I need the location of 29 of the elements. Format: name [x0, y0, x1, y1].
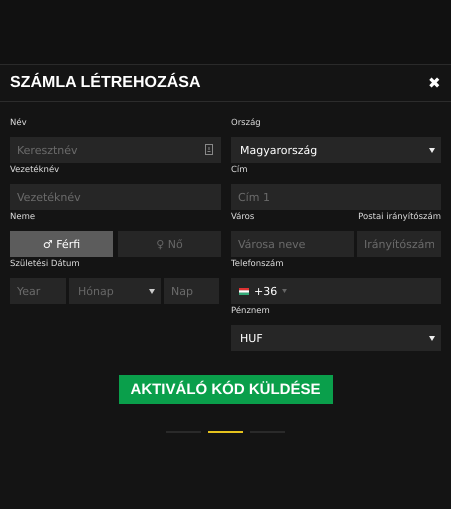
- first-name-field[interactable]: Keresztnév: [10, 137, 221, 163]
- gender-button[interactable]: ♂ Férfi: [10, 231, 113, 257]
- field-label: Cím: [231, 164, 249, 177]
- caret-icon: [429, 148, 435, 152]
- field-label: Pénznem: [231, 305, 271, 318]
- country-dropdown[interactable]: Magyarország: [231, 137, 441, 163]
- field-label: Postai irányítószám: [358, 211, 441, 224]
- address-field[interactable]: Cím 1: [231, 184, 441, 210]
- field-label: Születési Dátum: [10, 258, 81, 271]
- year-field[interactable]: Year: [10, 278, 66, 304]
- day-field[interactable]: Nap: [164, 278, 219, 304]
- last-name-field[interactable]: Vezetéknév: [10, 184, 221, 210]
- phone-field[interactable]: +36: [231, 278, 441, 304]
- field-label: Neme: [10, 211, 36, 224]
- caret-icon: [429, 336, 435, 340]
- flag-icon: [239, 288, 249, 294]
- field-label: Város: [231, 211, 254, 224]
- field-label: Vezetéknév: [10, 164, 60, 177]
- currency-dropdown[interactable]: HUF: [231, 325, 441, 351]
- caret-icon: [149, 288, 155, 294]
- field-label: Telefonszám: [231, 258, 285, 271]
- contact-card-icon: [205, 144, 213, 155]
- field-label: Ország: [231, 117, 262, 130]
- close-button[interactable]: ✖: [428, 74, 441, 92]
- city-field[interactable]: Városa neve: [231, 231, 354, 257]
- field-label: Név: [10, 117, 28, 130]
- postal-code-field[interactable]: Irányítószám: [357, 231, 441, 257]
- caret-icon: [282, 289, 288, 293]
- dialog-title: SZÁMLA LÉTREHOZÁSA: [10, 74, 201, 92]
